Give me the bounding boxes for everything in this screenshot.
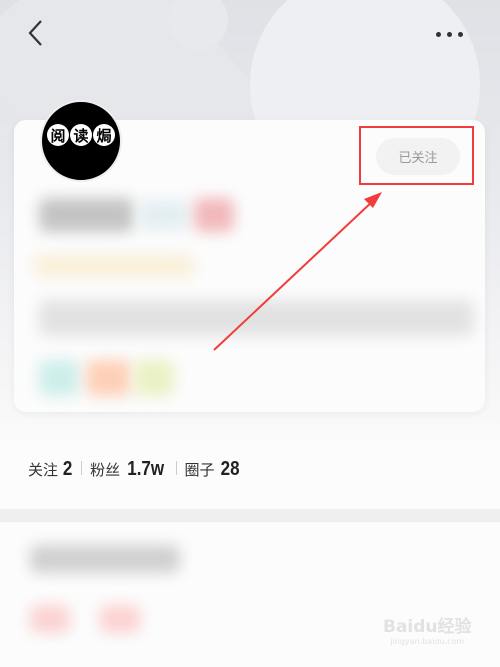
watermark: Baidu经验 jingyan.baidu.com <box>383 612 472 646</box>
stat-circles-value[interactable]: 28 <box>220 458 239 481</box>
stat-following-value[interactable]: 2 <box>63 458 72 481</box>
divider <box>81 461 83 475</box>
stat-fans-value[interactable]: 1.7w <box>127 458 164 481</box>
blurred-tag <box>30 605 70 633</box>
section-divider <box>0 509 500 522</box>
watermark-url: jingyan.baidu.com <box>390 637 465 646</box>
stat-circles-label[interactable]: 圈子 <box>185 459 215 480</box>
stat-fans-label[interactable]: 粉丝 <box>90 459 120 480</box>
stats-bar: 关注 2 粉丝 1.7w 圈子 28 <box>28 458 249 481</box>
blurred-section-title <box>30 545 180 573</box>
blurred-tag <box>100 605 140 633</box>
watermark-brand: Baidu经验 <box>383 617 472 637</box>
divider <box>175 461 177 475</box>
stat-following-label[interactable]: 关注 <box>28 459 58 480</box>
